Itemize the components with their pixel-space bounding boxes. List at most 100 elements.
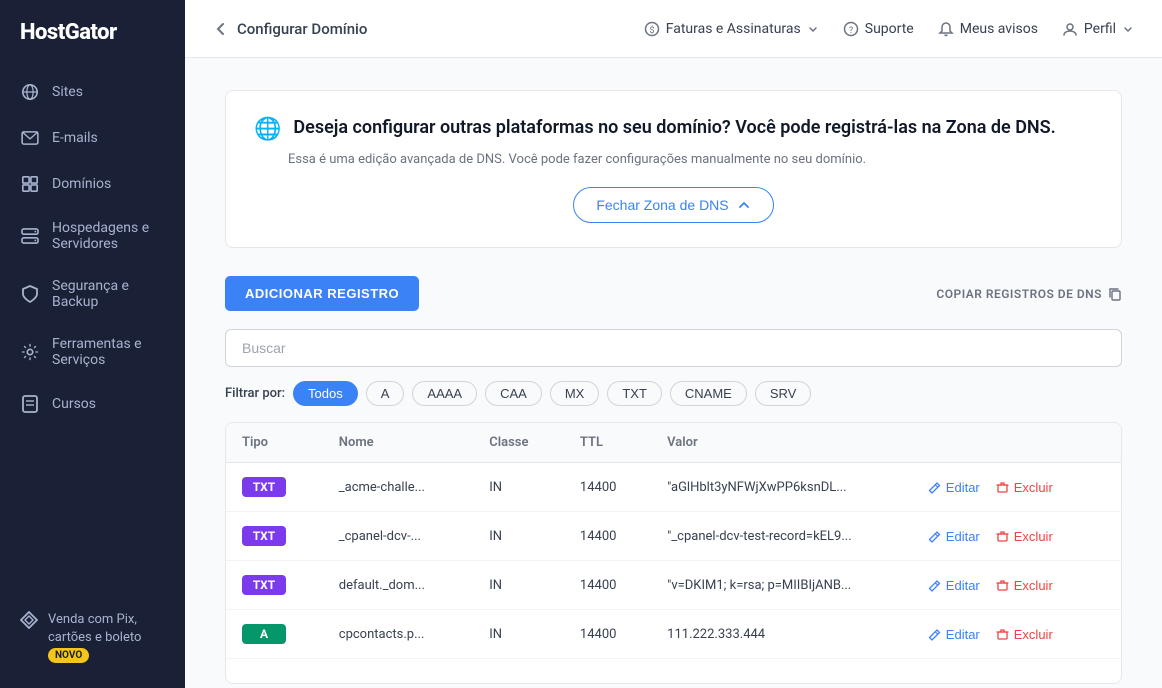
sidebar-nav: Sites E-mails Domínios Hospedagens e Ser… [0, 69, 185, 585]
back-label: Configurar Domínio [237, 20, 367, 38]
search-input[interactable] [225, 329, 1122, 367]
delete-button[interactable]: Excluir [990, 529, 1059, 544]
sidebar-item-ferramentas[interactable]: Ferramentas e Serviços [0, 323, 185, 381]
col-actions [906, 423, 1121, 463]
dns-table-scroll[interactable]: Tipo Nome Classe TTL Valor TXT _acme-cha… [226, 423, 1121, 683]
back-button[interactable]: Configurar Domínio [213, 20, 367, 38]
sidebar-item-label: Sites [52, 84, 83, 100]
svg-text:$: $ [649, 25, 654, 36]
notifications-label: Meus avisos [960, 21, 1038, 37]
table-row: TXT _cpanel-dcv-... IN 14400 "_cpanel-dc… [226, 512, 1121, 561]
globe-icon [20, 82, 40, 102]
trash-icon [996, 628, 1009, 641]
cell-actions: Editar Excluir [906, 561, 1121, 610]
cell-classe: IN [473, 610, 564, 659]
filter-a[interactable]: A [366, 381, 405, 406]
trash-icon [996, 579, 1009, 592]
row-actions: Editar Excluir [922, 480, 1105, 495]
delete-button[interactable]: Excluir [990, 480, 1059, 495]
cell-ttl: 14400 [564, 463, 651, 512]
table-row: TXT _acme-challe... IN 14400 "aGlHblt3yN… [226, 463, 1121, 512]
delete-button[interactable]: Excluir [990, 627, 1059, 642]
edit-button[interactable]: Editar [922, 627, 986, 642]
filter-cname[interactable]: CNAME [670, 381, 747, 406]
shield-icon [20, 284, 40, 304]
cell-actions: Editar Excluir [906, 463, 1121, 512]
profile-label: Perfil [1084, 21, 1116, 37]
sidebar-item-dominios[interactable]: Domínios [0, 161, 185, 207]
sidebar-item-emails[interactable]: E-mails [0, 115, 185, 161]
help-icon: ? [843, 21, 859, 37]
sidebar-item-label: Cursos [52, 396, 96, 412]
sidebar-item-cursos[interactable]: Cursos [0, 381, 185, 427]
table-row: A cpcontacts.p... IN 14400 111.222.333.4… [226, 610, 1121, 659]
billing-nav-item[interactable]: $ Faturas e Assinaturas [644, 21, 819, 37]
app-logo: HostGator [0, 0, 185, 69]
row-actions: Editar Excluir [922, 578, 1105, 593]
cell-valor: "_cpanel-dcv-test-record=kEL9... [651, 512, 906, 561]
copy-icon [1108, 287, 1122, 301]
page-content: 🌐 Deseja configurar outras plataformas n… [185, 58, 1162, 688]
edit-icon [928, 579, 941, 592]
billing-label: Faturas e Assinaturas [666, 21, 801, 37]
support-nav-item[interactable]: ? Suporte [843, 21, 914, 37]
cell-tipo: A [226, 610, 323, 659]
sidebar-item-hospedagens[interactable]: Hospedagens e Servidores [0, 207, 185, 265]
type-badge: A [242, 624, 286, 644]
edit-button[interactable]: Editar [922, 578, 986, 593]
filter-bar: Filtrar por: Todos A AAAA CAA MX TXT CNA… [225, 381, 1122, 406]
trash-icon [996, 530, 1009, 543]
sidebar: HostGator Sites E-mails Domínios Hospeda… [0, 0, 185, 688]
copiar-label: COPIAR REGISTROS DE DNS [936, 287, 1102, 301]
copiar-registros-button[interactable]: COPIAR REGISTROS DE DNS [936, 287, 1122, 301]
dns-table-wrap: Tipo Nome Classe TTL Valor TXT _acme-cha… [225, 422, 1122, 684]
edit-icon [928, 628, 941, 641]
table-row-partial [226, 659, 1121, 684]
sidebar-item-seguranca[interactable]: Segurança e Backup [0, 265, 185, 323]
filter-todos[interactable]: Todos [293, 381, 358, 406]
col-valor: Valor [651, 423, 906, 463]
table-row: TXT default._dom... IN 14400 "v=DKIM1; k… [226, 561, 1121, 610]
dns-toolbar: ADICIONAR REGISTRO COPIAR REGISTROS DE D… [225, 276, 1122, 311]
notifications-nav-item[interactable]: Meus avisos [938, 21, 1038, 37]
novo-badge: NOVO [48, 648, 89, 663]
user-icon [1062, 21, 1078, 37]
cell-actions: Editar Excluir [906, 512, 1121, 561]
edit-button[interactable]: Editar [922, 480, 986, 495]
delete-button[interactable]: Excluir [990, 578, 1059, 593]
mail-icon [20, 128, 40, 148]
col-tipo: Tipo [226, 423, 323, 463]
edit-button[interactable]: Editar [922, 529, 986, 544]
support-label: Suporte [865, 21, 914, 37]
topnav-right: $ Faturas e Assinaturas ? Suporte Meus a… [644, 21, 1134, 37]
banner-subtitle: Essa é uma edição avançada de DNS. Você … [288, 152, 1093, 167]
sidebar-item-sites[interactable]: Sites [0, 69, 185, 115]
cell-nome: default._dom... [323, 561, 473, 610]
filter-aaaa[interactable]: AAAA [412, 381, 477, 406]
server-icon [20, 226, 40, 246]
cell-actions: Editar Excluir [906, 610, 1121, 659]
sidebar-item-label: Segurança e Backup [52, 278, 165, 310]
fechar-zona-button[interactable]: Fechar Zona de DNS [573, 187, 773, 223]
main-content: Configurar Domínio $ Faturas e Assinatur… [185, 0, 1162, 688]
filter-txt[interactable]: TXT [607, 381, 662, 406]
cell-ttl: 14400 [564, 512, 651, 561]
filter-caa[interactable]: CAA [485, 381, 542, 406]
cell-classe: IN [473, 463, 564, 512]
type-badge: TXT [242, 526, 286, 546]
pix-icon [20, 611, 38, 633]
cell-ttl: 14400 [564, 561, 651, 610]
sidebar-item-pix[interactable]: Venda com Pix, cartões e boleto NOVO [20, 601, 165, 672]
pix-label: Venda com Pix, cartões e boleto [48, 611, 165, 647]
sidebar-item-label: E-mails [52, 130, 98, 146]
filter-srv[interactable]: SRV [755, 381, 812, 406]
fechar-label: Fechar Zona de DNS [596, 197, 728, 213]
add-registro-button[interactable]: ADICIONAR REGISTRO [225, 276, 419, 311]
banner-heading: Deseja configurar outras plataformas no … [293, 115, 1055, 140]
sidebar-item-label: Hospedagens e Servidores [52, 220, 165, 252]
filter-mx[interactable]: MX [550, 381, 600, 406]
cell-tipo: TXT [226, 561, 323, 610]
cell-nome: _acme-challe... [323, 463, 473, 512]
profile-nav-item[interactable]: Perfil [1062, 21, 1134, 37]
cell-classe: IN [473, 561, 564, 610]
